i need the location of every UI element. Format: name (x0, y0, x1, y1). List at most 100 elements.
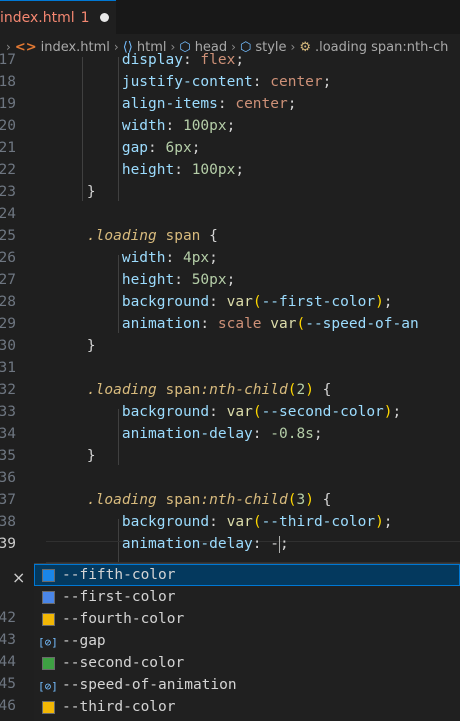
line-number: 19 (0, 96, 16, 112)
code-line[interactable]: 22 height: 100px; (0, 159, 460, 181)
suggest-label: --first-color (62, 589, 176, 605)
line-number: 37 (0, 492, 16, 508)
code-line[interactable]: 34 animation-delay: -0.8s; (0, 423, 460, 445)
suggest-item[interactable]: --third-color (34, 696, 460, 718)
line-number: 21 (0, 140, 16, 156)
code-text: .loading span:nth-child(2) { (86, 382, 332, 398)
code-line[interactable]: 18 justify-content: center; (0, 71, 460, 93)
line-number: 43 (0, 632, 16, 648)
suggest-label: --fifth-color (62, 567, 176, 583)
code-line[interactable]: 20 width: 100px; (0, 115, 460, 137)
unsaved-dot-icon[interactable] (99, 13, 109, 22)
code-line[interactable]: 37 .loading span:nth-child(3) { (0, 489, 460, 511)
line-number: 32 (0, 382, 16, 398)
suggest-item[interactable]: --fourth-color (34, 608, 460, 630)
problem-count-badge: 1 (80, 9, 90, 26)
code-editor[interactable]: 17 display: flex; 18 justify-content: cen… (0, 52, 460, 563)
code-text: justify-content: center; (121, 74, 332, 90)
autocomplete-suggest-widget: --fifth-color --first-color --fourth-color… (34, 563, 460, 721)
code-line[interactable]: 29 animation: scale var(--speed-of-an (0, 313, 460, 335)
code-line[interactable]: 21 gap: 6px; (0, 137, 460, 159)
code-text: height: 50px; (121, 272, 236, 288)
line-number: 38 (0, 514, 16, 530)
code-text: display: flex; (121, 52, 245, 68)
code-text: animation-delay: -0.8s; (121, 426, 323, 442)
line-number: 31 (0, 360, 16, 376)
line-number: 25 (0, 228, 16, 244)
line-number: 27 (0, 272, 16, 288)
line-number: 39 (0, 536, 16, 552)
suggest-item[interactable]: [⊘] --speed-of-animation (34, 674, 460, 696)
line-number: 18 (0, 74, 16, 90)
code-text: animation-delay: -; (121, 535, 289, 553)
line-number: 45 (0, 676, 16, 692)
code-line[interactable]: 30 } (0, 335, 460, 357)
color-swatch-icon (42, 591, 55, 604)
tab-filename: index.html (0, 9, 75, 26)
code-line[interactable]: 24 (0, 203, 460, 225)
suggest-label: --fourth-color (62, 611, 185, 627)
suggest-item[interactable]: [⊘] --gap (34, 630, 460, 652)
line-number: 28 (0, 294, 16, 310)
code-text: height: 100px; (121, 162, 245, 178)
code-text: background: var(--second-color); (121, 404, 402, 420)
color-swatch-icon (42, 701, 55, 714)
code-line[interactable]: 39 animation-delay: -; (0, 533, 460, 555)
line-number: 29 (0, 316, 16, 332)
color-swatch-icon (42, 613, 55, 626)
line-number: 24 (0, 206, 16, 222)
variable-icon: [⊘] (38, 636, 58, 649)
line-number: 34 (0, 426, 16, 442)
editor-tab-bar: index.html 1 (0, 0, 460, 34)
code-text: background: var(--third-color); (121, 514, 393, 530)
code-text: .loading span:nth-child(3) { (86, 492, 332, 508)
code-text: .loading span { (86, 228, 218, 244)
line-number: 33 (0, 404, 16, 420)
code-line[interactable]: 17 display: flex; (0, 49, 460, 71)
code-text: animation: scale var(--speed-of-an (121, 316, 419, 332)
code-line[interactable]: 33 background: var(--second-color); (0, 401, 460, 423)
code-line[interactable]: 35 } (0, 445, 460, 467)
line-number: 26 (0, 250, 16, 266)
code-line[interactable]: 25 .loading span { (0, 225, 460, 247)
line-number: 23 (0, 184, 16, 200)
code-line[interactable]: 19 align-items: center; (0, 93, 460, 115)
suggest-item[interactable]: --first-color (34, 586, 460, 608)
line-number: 30 (0, 338, 16, 354)
suggest-item[interactable]: --fifth-color (34, 564, 460, 586)
code-line[interactable]: 32 .loading span:nth-child(2) { (0, 379, 460, 401)
code-text: background: var(--first-color); (121, 294, 393, 310)
code-text: } (52, 338, 96, 354)
suggest-label: --third-color (62, 699, 176, 715)
code-text: } (52, 448, 96, 464)
suggest-label: --second-color (62, 655, 185, 671)
suggest-label: --speed-of-animation (62, 677, 237, 693)
code-text: align-items: center; (121, 96, 297, 112)
code-text: } (52, 184, 96, 200)
variable-icon: [⊘] (38, 680, 58, 693)
tab-index-html[interactable]: index.html 1 (0, 0, 116, 34)
line-number: 17 (0, 52, 16, 68)
suggest-label: --gap (62, 633, 106, 649)
line-number: 42 (0, 610, 16, 626)
line-number: 36 (0, 470, 16, 486)
close-suggest-icon[interactable]: × (12, 568, 25, 587)
code-line[interactable]: 31 (0, 357, 460, 379)
code-line[interactable]: 38 background: var(--third-color); (0, 511, 460, 533)
color-swatch-icon (42, 569, 55, 582)
line-number: 22 (0, 162, 16, 178)
line-number: 44 (0, 654, 16, 670)
code-text: width: 4px; (121, 250, 218, 266)
code-text: gap: 6px; (121, 140, 201, 156)
line-number: 35 (0, 448, 16, 464)
color-swatch-icon (42, 657, 55, 670)
code-text: width: 100px; (121, 118, 236, 134)
code-line[interactable]: 28 background: var(--first-color); (0, 291, 460, 313)
code-line[interactable]: 23 } (0, 181, 460, 203)
code-line[interactable]: 36 (0, 467, 460, 489)
line-number: 46 (0, 698, 16, 714)
suggest-item[interactable]: --second-color (34, 652, 460, 674)
line-number: 20 (0, 118, 16, 134)
code-line[interactable]: 26 width: 4px; (0, 247, 460, 269)
code-line[interactable]: 27 height: 50px; (0, 269, 460, 291)
